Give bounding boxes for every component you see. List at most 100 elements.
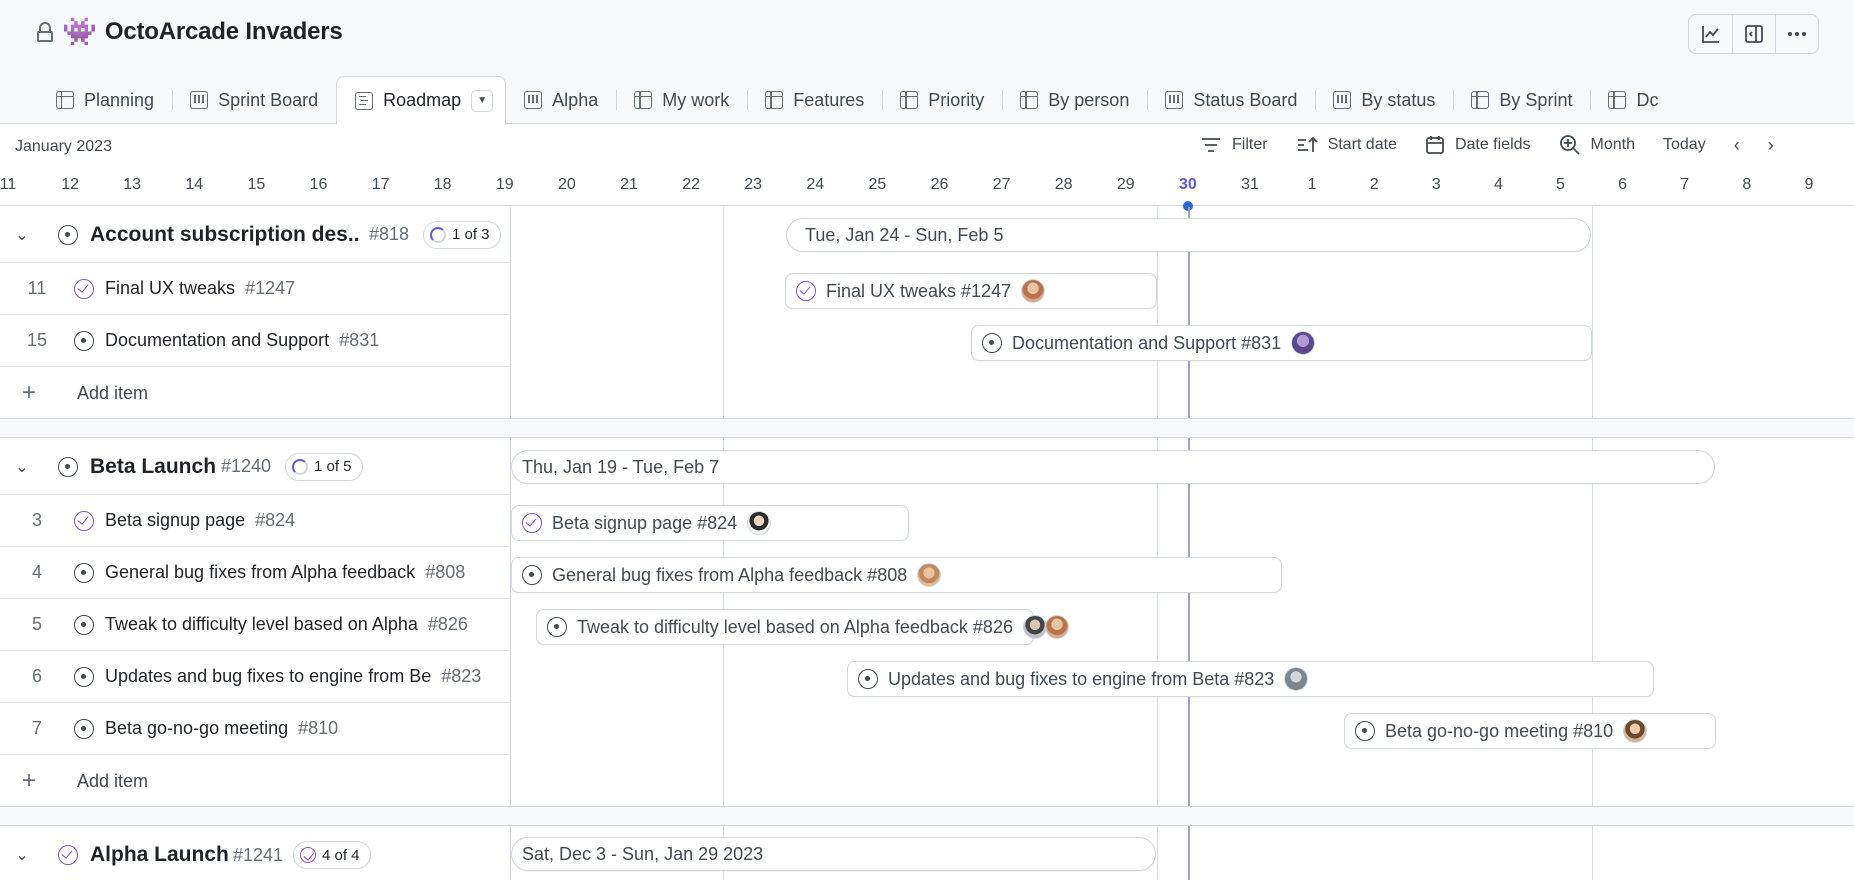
tab-label: By person xyxy=(1048,89,1130,110)
group-title[interactable]: Account subscription des... xyxy=(90,223,360,247)
next-chevron-right-icon[interactable]: › xyxy=(1768,135,1774,156)
open-issue-icon xyxy=(58,224,78,245)
today-button[interactable]: Today xyxy=(1663,136,1706,154)
tab-label: Planning xyxy=(84,89,155,110)
table-icon xyxy=(900,91,919,109)
group-title[interactable]: Beta Launch xyxy=(90,455,216,479)
day-label: 20 xyxy=(557,176,576,193)
zoom-month-button[interactable]: Month xyxy=(1559,134,1635,156)
chevron-down-icon[interactable]: ⌄ xyxy=(14,845,30,865)
plus-icon[interactable]: + xyxy=(22,769,36,793)
group-date-range-bar[interactable]: Sat, Dec 3 - Sun, Jan 29 2023 xyxy=(511,837,1156,871)
item-id: #831 xyxy=(339,330,380,350)
open-issue-icon xyxy=(74,718,94,739)
tab-features[interactable]: Features xyxy=(747,76,882,124)
table-row[interactable]: 11 Final UX tweaks #1247 xyxy=(0,263,511,315)
more-options-icon[interactable] xyxy=(1775,15,1818,53)
filter-label: Filter xyxy=(1232,136,1268,153)
start-date-button[interactable]: Start date xyxy=(1296,135,1397,155)
sidebar-panel-icon[interactable] xyxy=(1732,15,1775,53)
group-header-row[interactable]: ⌄ Alpha Launch #1241 4 of 4 xyxy=(0,827,511,880)
start-date-label: Start date xyxy=(1327,136,1397,153)
row-title[interactable]: Documentation and Support #831 xyxy=(105,330,379,351)
tab-my-work[interactable]: My work xyxy=(616,76,747,124)
progress-text: 4 of 4 xyxy=(322,846,360,864)
previous-chevron-left-icon[interactable]: ‹ xyxy=(1734,135,1740,156)
tab-options-chevron-down-icon[interactable]: ▼ xyxy=(471,89,494,112)
roadmap-item-bar[interactable]: Updates and bug fixes to engine from Bet… xyxy=(847,661,1654,697)
item-id: #826 xyxy=(427,614,468,634)
chevron-down-icon[interactable]: ⌄ xyxy=(14,225,30,245)
roadmap-item-bar[interactable]: Final UX tweaks #1247 xyxy=(785,273,1157,309)
table-row[interactable]: 4 General bug fixes from Alpha feedback … xyxy=(0,547,511,599)
tab-by-status[interactable]: By status xyxy=(1315,76,1453,124)
roadmap-item-bar[interactable]: Beta go-no-go meeting #810 xyxy=(1344,713,1716,749)
bar-label: Tweak to difficulty level based on Alpha… xyxy=(577,616,1013,637)
group-header-row[interactable]: ⌄ Beta Launch #1240 1 of 5 xyxy=(0,439,511,495)
open-issue-icon xyxy=(858,669,878,689)
group-date-range-bar[interactable]: Thu, Jan 19 - Tue, Feb 7 xyxy=(511,450,1715,484)
add-item-row[interactable]: + Add item xyxy=(0,755,511,807)
tab-alpha[interactable]: Alpha xyxy=(506,76,616,124)
day-label: 22 xyxy=(682,176,700,193)
row-number: 4 xyxy=(31,562,42,582)
day-label: 18 xyxy=(433,176,452,193)
date-fields-button[interactable]: Date fields xyxy=(1425,135,1531,155)
add-item-label[interactable]: Add item xyxy=(77,383,148,404)
avatar xyxy=(1044,615,1069,639)
progress-text: 1 of 3 xyxy=(452,226,490,243)
roadmap-item-bar[interactable]: Tweak to difficulty level based on Alpha… xyxy=(536,609,1069,645)
tab-priority[interactable]: Priority xyxy=(882,76,1002,124)
item-title: Documentation and Support xyxy=(105,330,330,350)
tab-label: Roadmap xyxy=(383,90,462,110)
row-title[interactable]: General bug fixes from Alpha feedback #8… xyxy=(105,562,465,583)
tab-status-board[interactable]: Status Board xyxy=(1147,76,1315,124)
item-title: Tweak to difficulty level based on Alpha xyxy=(105,614,418,634)
row-title[interactable]: Tweak to difficulty level based on Alpha… xyxy=(105,614,506,635)
sort-ascending-icon xyxy=(1297,136,1318,152)
item-title: Final UX tweaks xyxy=(105,278,236,298)
roadmap-item-bar[interactable]: Beta signup page #824 xyxy=(511,505,909,541)
tab-by-sprint[interactable]: By Sprint xyxy=(1453,76,1590,124)
day-label: 21 xyxy=(620,176,638,193)
roadmap-item-bar[interactable]: Documentation and Support #831 xyxy=(971,325,1592,361)
table-row[interactable]: 6 Updates and bug fixes to engine from B… xyxy=(0,651,511,703)
board-icon xyxy=(1333,91,1352,109)
row-title[interactable]: Beta go-no-go meeting #810 xyxy=(105,718,338,739)
tab-label: By status xyxy=(1361,89,1436,110)
group-separator xyxy=(0,806,1854,826)
table-icon xyxy=(1020,91,1039,109)
tab-roadmap[interactable]: Roadmap ▼ xyxy=(336,76,507,125)
row-title[interactable]: Beta signup page #824 xyxy=(105,510,295,531)
table-row[interactable]: 15 Documentation and Support #831 xyxy=(0,315,511,367)
item-title: Beta go-no-go meeting xyxy=(105,718,289,738)
item-title: Updates and bug fixes to engine from Be xyxy=(105,666,432,686)
avatar xyxy=(1022,615,1047,639)
roadmap-item-bar[interactable]: General bug fixes from Alpha feedback #8… xyxy=(511,557,1282,593)
board-icon xyxy=(190,91,209,109)
tab-planning[interactable]: Planning xyxy=(38,76,172,124)
table-row[interactable]: 5 Tweak to difficulty level based on Alp… xyxy=(0,599,511,651)
tab-overflow[interactable]: Dc xyxy=(1590,76,1676,124)
add-item-row[interactable]: + Add item xyxy=(0,367,511,419)
add-item-label[interactable]: Add item xyxy=(77,771,148,792)
avatar xyxy=(1021,279,1046,303)
table-row[interactable]: 7 Beta go-no-go meeting #810 xyxy=(0,703,511,755)
group-date-range-bar[interactable]: Tue, Jan 24 - Sun, Feb 5 xyxy=(786,218,1591,252)
tab-sprint-board[interactable]: Sprint Board xyxy=(172,76,336,124)
chevron-down-icon[interactable]: ⌄ xyxy=(14,457,30,477)
filter-button[interactable]: Filter xyxy=(1200,136,1268,154)
gridline xyxy=(1592,207,1593,880)
row-number: 5 xyxy=(31,614,42,634)
table-row[interactable]: 3 Beta signup page #824 xyxy=(0,495,511,547)
insights-chart-icon[interactable] xyxy=(1689,15,1732,53)
day-label: 16 xyxy=(309,176,328,193)
plus-icon[interactable]: + xyxy=(22,381,36,405)
row-title[interactable]: Final UX tweaks #1247 xyxy=(105,278,295,299)
project-title[interactable]: OctoArcade Invaders xyxy=(105,18,343,46)
tab-by-person[interactable]: By person xyxy=(1002,76,1147,124)
row-title[interactable]: Updates and bug fixes to engine from Be … xyxy=(105,666,506,687)
group-header-row[interactable]: ⌄ Account subscription des... #818 1 of … xyxy=(0,207,511,263)
day-label: 28 xyxy=(1054,176,1073,193)
group-title[interactable]: Alpha Launch xyxy=(90,843,229,867)
